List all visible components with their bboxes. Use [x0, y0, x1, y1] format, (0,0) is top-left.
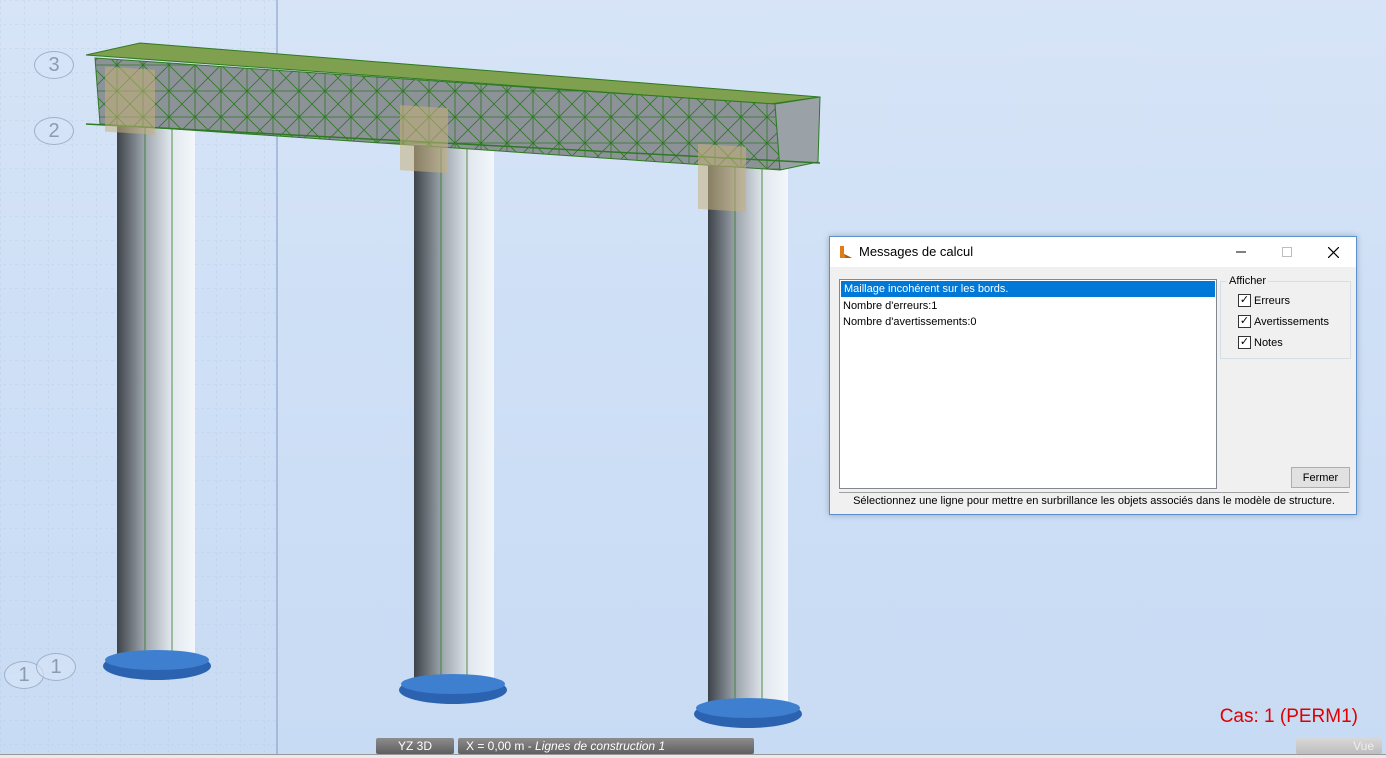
- message-row[interactable]: Maillage incohérent sur les bords.: [841, 281, 1215, 297]
- footing-right: [694, 698, 802, 728]
- app-icon: [840, 246, 852, 258]
- checkbox-checked-icon: ✓: [1238, 315, 1251, 328]
- load-case-label: Cas: 1 (PERM1): [1219, 706, 1358, 727]
- erreurs-label: Erreurs: [1254, 294, 1291, 307]
- grid-axis-label-1b: 1: [36, 653, 76, 681]
- maximize-icon: [1282, 247, 1292, 257]
- close-button[interactable]: [1310, 237, 1356, 267]
- minimize-button[interactable]: [1218, 237, 1264, 267]
- grid-axis-label-3: 3: [34, 51, 74, 79]
- column-left: [117, 118, 195, 663]
- notes-label: Notes: [1254, 336, 1283, 349]
- calculation-messages-dialog: Messages de calcul Maillage incohérent s…: [829, 236, 1357, 515]
- erreurs-checkbox[interactable]: ✓ Erreurs: [1238, 294, 1290, 307]
- message-row[interactable]: Nombre d'avertissements:0: [840, 314, 1216, 330]
- avertissements-checkbox[interactable]: ✓ Avertissements: [1238, 315, 1329, 328]
- checkbox-checked-icon: ✓: [1238, 294, 1251, 307]
- coordinate-value: X = 0,00 m -: [466, 739, 536, 753]
- notes-checkbox[interactable]: ✓ Notes: [1238, 336, 1283, 349]
- checkbox-checked-icon: ✓: [1238, 336, 1251, 349]
- footing-left: [103, 650, 211, 680]
- avertissements-label: Avertissements: [1254, 315, 1329, 328]
- messages-list[interactable]: Maillage incohérent sur les bords. Nombr…: [839, 279, 1217, 489]
- view-mode-button[interactable]: YZ 3D: [376, 738, 454, 754]
- construction-lines-label: Lignes de construction 1: [535, 739, 666, 753]
- footing-middle: [399, 674, 507, 704]
- bottom-edge: [0, 754, 1386, 758]
- afficher-label: Afficher: [1227, 275, 1269, 287]
- dialog-titlebar[interactable]: Messages de calcul: [830, 237, 1356, 267]
- message-row[interactable]: Nombre d'erreurs:1: [840, 298, 1216, 314]
- minimize-icon: [1236, 251, 1246, 253]
- view-button[interactable]: Vue: [1296, 738, 1382, 754]
- column-right: [708, 160, 788, 705]
- close-icon: [1327, 246, 1339, 258]
- hint-text: Sélectionnez une ligne pour mettre en su…: [839, 492, 1349, 509]
- maximize-button[interactable]: [1264, 237, 1310, 267]
- dialog-title: Messages de calcul: [859, 244, 974, 259]
- coordinate-button[interactable]: X = 0,00 m - Lignes de construction 1: [458, 738, 754, 754]
- grid-axis-label-2: 2: [34, 117, 74, 145]
- column-middle: [414, 140, 494, 680]
- fermer-button[interactable]: Fermer: [1291, 467, 1350, 488]
